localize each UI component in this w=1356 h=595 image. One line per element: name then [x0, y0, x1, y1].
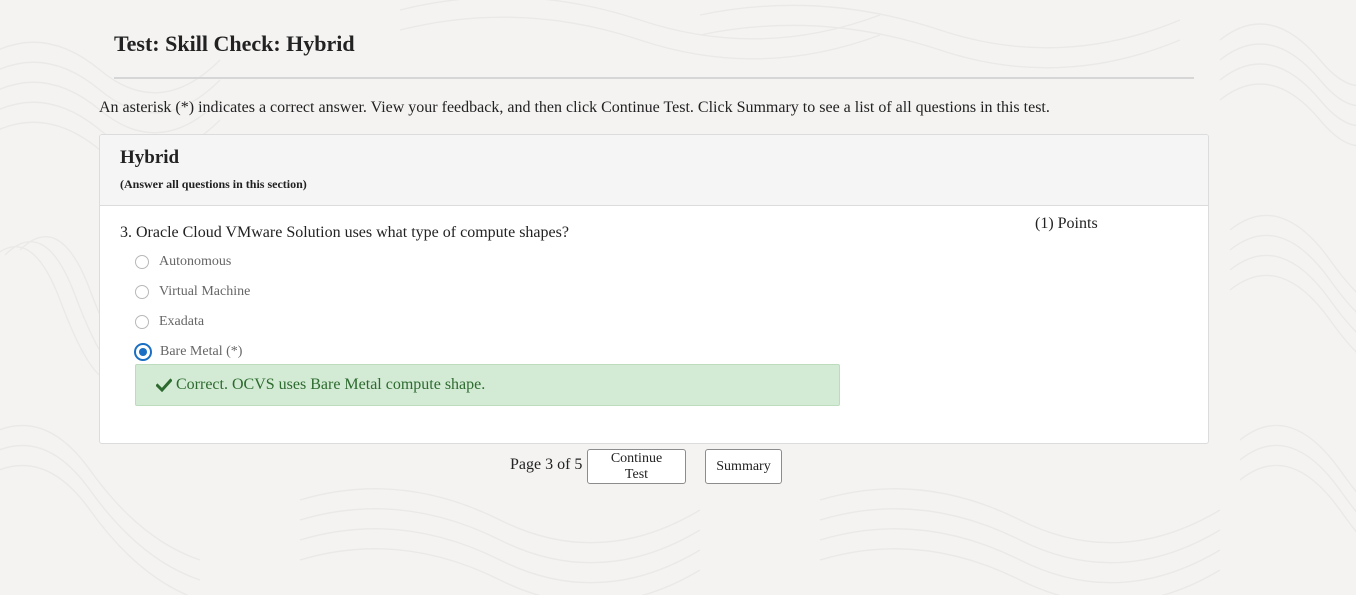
- summary-button[interactable]: Summary: [705, 449, 782, 484]
- answer-option-virtual-machine[interactable]: Virtual Machine: [135, 282, 250, 302]
- feedback-text: Correct. OCVS uses Bare Metal compute sh…: [176, 376, 486, 393]
- page-content: Test: Skill Check: Hybrid An asterisk (*…: [0, 0, 1356, 595]
- radio-button[interactable]: [135, 315, 149, 329]
- section-subtitle: (Answer all questions in this section): [120, 177, 307, 191]
- instructions-text: An asterisk (*) indicates a correct answ…: [99, 99, 1050, 116]
- question-section: Hybrid (Answer all questions in this sec…: [99, 134, 1209, 444]
- page-title: Test: Skill Check: Hybrid: [114, 31, 355, 56]
- answer-option-label: Exadata: [159, 314, 205, 329]
- answer-option-bare-metal[interactable]: Bare Metal (*): [134, 342, 243, 362]
- answer-option-autonomous[interactable]: Autonomous: [135, 252, 231, 272]
- check-icon: [156, 378, 172, 392]
- page-indicator: Page 3 of 5: [510, 456, 583, 473]
- answer-option-label: Autonomous: [159, 254, 232, 269]
- answer-option-label: Virtual Machine: [159, 284, 251, 299]
- feedback-correct: Correct. OCVS uses Bare Metal compute sh…: [135, 364, 840, 406]
- question-points: (1) Points: [1035, 215, 1098, 232]
- radio-button[interactable]: [135, 285, 149, 299]
- answer-option-exadata[interactable]: Exadata: [135, 312, 204, 332]
- section-header: Hybrid (Answer all questions in this sec…: [100, 135, 1208, 206]
- question-text: 3. Oracle Cloud VMware Solution uses wha…: [120, 224, 569, 241]
- radio-button[interactable]: [135, 255, 149, 269]
- radio-button-selected[interactable]: [134, 343, 152, 361]
- section-title: Hybrid: [120, 147, 180, 168]
- title-divider: [114, 77, 1194, 79]
- answer-option-label: Bare Metal (*): [160, 344, 243, 359]
- continue-test-button[interactable]: Continue Test: [587, 449, 686, 484]
